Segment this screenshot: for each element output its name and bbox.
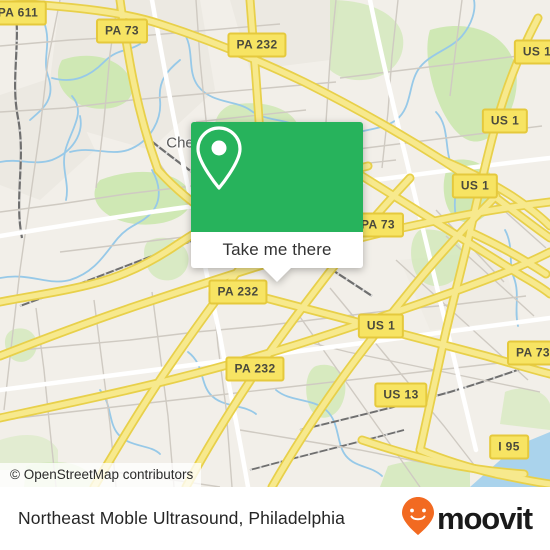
shield-us-1: US 1 bbox=[513, 39, 550, 65]
location-popup-card[interactable]: Take me there bbox=[191, 122, 363, 282]
shield-pa-232: PA 232 bbox=[227, 32, 287, 58]
shield-pa-232: PA 232 bbox=[208, 279, 268, 305]
popup-header bbox=[191, 122, 363, 232]
city-label-cheltenham: Che bbox=[166, 134, 194, 152]
place-title: Northeast Moble Ultrasound, Philadelphia bbox=[18, 508, 345, 528]
screenshot-root: Che PA 611 PA 73 PA 232 US 1 US 1 US 1 PA 73 PA… bbox=[0, 0, 550, 550]
osm-attribution[interactable]: © OpenStreetMap contributors bbox=[0, 463, 202, 487]
moovit-logo[interactable]: moovit bbox=[401, 496, 533, 541]
shield-us-13: US 13 bbox=[374, 382, 428, 408]
shield-i-95: I 95 bbox=[489, 434, 529, 460]
shield-us-1: US 1 bbox=[481, 108, 529, 134]
bottom-bar: Northeast Moble Ultrasound, Philadelphia… bbox=[0, 487, 550, 550]
shield-us-1: US 1 bbox=[357, 313, 405, 339]
moovit-wordmark: moovit bbox=[436, 501, 533, 536]
popup-footer[interactable]: Take me there bbox=[191, 232, 363, 282]
moovit-pin-smile-icon bbox=[401, 496, 435, 541]
shield-us-1: US 1 bbox=[451, 173, 499, 199]
map-canvas[interactable]: Che PA 611 PA 73 PA 232 US 1 US 1 US 1 PA 73 PA… bbox=[0, 0, 550, 487]
take-me-there-label: Take me there bbox=[222, 240, 332, 259]
popup-tail bbox=[263, 268, 291, 282]
shield-pa-73: PA 73 bbox=[95, 18, 149, 44]
shield-pa-611: PA 611 bbox=[0, 0, 48, 26]
shield-pa-232: PA 232 bbox=[225, 356, 285, 382]
shield-pa-73: PA 73 bbox=[506, 340, 550, 366]
